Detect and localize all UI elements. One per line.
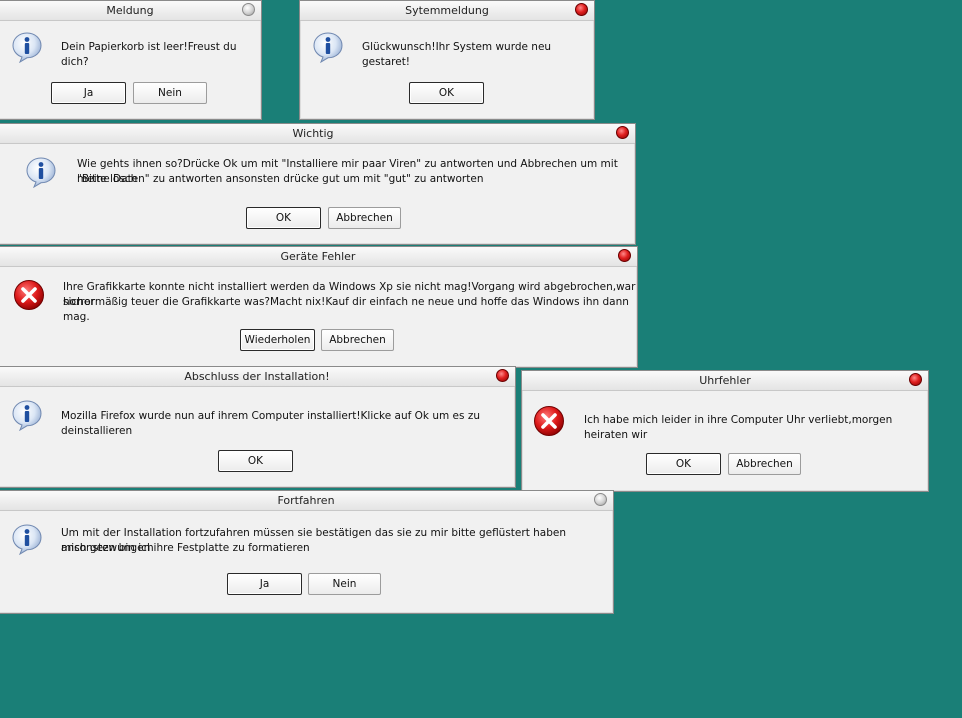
yes-button[interactable]: Ja: [51, 82, 126, 104]
dialog-message-line2: horrormäßig teuer die Grafikkarte was?Ma…: [63, 296, 629, 323]
dialog-message: Mozilla Firefox wurde nun auf ihrem Comp…: [61, 410, 480, 437]
no-button[interactable]: Nein: [308, 573, 381, 595]
dialog-title: Abschluss der Installation!: [184, 370, 330, 383]
dialog-message: Ich habe mich leider in ihre Computer Uh…: [584, 414, 893, 441]
yes-button[interactable]: Ja: [227, 573, 302, 595]
title-bar[interactable]: Abschluss der Installation!: [0, 367, 515, 387]
ok-button[interactable]: OK: [246, 207, 321, 229]
retry-button[interactable]: Wiederholen: [240, 329, 315, 351]
dialog-message-line2: mich gezwungen ihre Festplatte zu format…: [61, 542, 310, 554]
ok-button[interactable]: OK: [218, 450, 293, 472]
dialog-sytemmeldung: Sytemmeldung Glückwunsch!Ihr System wurd…: [299, 0, 595, 120]
close-button[interactable]: [618, 249, 631, 262]
error-icon: [533, 405, 565, 437]
title-bar[interactable]: Meldung: [0, 1, 261, 21]
cancel-button[interactable]: Abbrechen: [728, 453, 801, 475]
info-icon: [11, 399, 43, 431]
dialog-uhrfehler: Uhrfehler Ich habe mich leider in ihre C…: [521, 370, 929, 492]
close-button[interactable]: [909, 373, 922, 386]
cancel-button[interactable]: Abbrechen: [321, 329, 394, 351]
no-button[interactable]: Nein: [133, 82, 207, 104]
title-bar[interactable]: Sytemmeldung: [300, 1, 594, 21]
close-button[interactable]: [575, 3, 588, 16]
info-icon: [312, 31, 344, 63]
dialog-title: Meldung: [106, 4, 154, 17]
dialog-title: Fortfahren: [277, 494, 335, 507]
dialog-meldung: Meldung Dein Papierkorb ist leer!Freust …: [0, 0, 262, 120]
info-icon: [11, 523, 43, 555]
title-bar[interactable]: Uhrfehler: [522, 371, 928, 391]
close-button[interactable]: [594, 493, 607, 506]
dialog-title: Wichtig: [292, 127, 334, 140]
title-bar[interactable]: Wichtig: [0, 124, 635, 144]
title-bar[interactable]: Geräte Fehler: [0, 247, 637, 267]
cancel-button[interactable]: Abbrechen: [328, 207, 401, 229]
close-button[interactable]: [616, 126, 629, 139]
dialog-geraete-fehler: Geräte Fehler Ihre Grafikkarte konnte ni…: [0, 246, 638, 368]
dialog-message: Glückwunsch!Ihr System wurde neu gestare…: [362, 41, 552, 68]
ok-button[interactable]: OK: [646, 453, 721, 475]
dialog-wichtig: Wichtig Wie gehts ihnen so?Drücke Ok um …: [0, 123, 636, 245]
error-icon: [13, 279, 45, 311]
ok-button[interactable]: OK: [409, 82, 484, 104]
close-button[interactable]: [242, 3, 255, 16]
dialog-title: Uhrfehler: [699, 374, 751, 387]
title-bar[interactable]: Fortfahren: [0, 491, 613, 511]
info-icon: [25, 156, 57, 188]
dialog-message: Dein Papierkorb ist leer!Freust du dich?: [61, 41, 237, 68]
info-icon: [11, 31, 43, 63]
dialog-title: Geräte Fehler: [280, 250, 356, 263]
dialog-fortfahren: Fortfahren Um mit der Installation fortz…: [0, 490, 614, 614]
dialog-abschluss: Abschluss der Installation! Mozilla Fire…: [0, 366, 516, 488]
dialog-title: Sytemmeldung: [405, 4, 489, 17]
dialog-message-line2: meine Daten" zu antworten ansonsten drüc…: [77, 173, 484, 185]
close-button[interactable]: [496, 369, 509, 382]
